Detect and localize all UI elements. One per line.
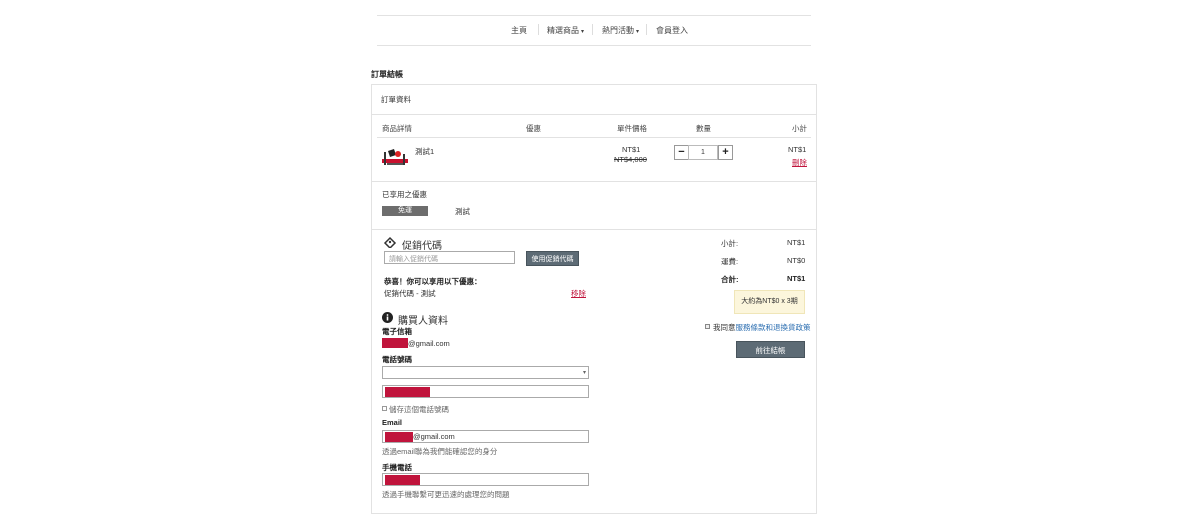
quantity-decrease-button[interactable]: − — [674, 145, 689, 160]
divider — [371, 181, 817, 182]
product-thumbnail[interactable] — [381, 146, 411, 168]
agree-terms-text: 我同意服務條款和退換貨政策 — [713, 322, 811, 333]
checkout-button[interactable]: 前往結帳 — [736, 341, 805, 358]
nav-item-label: 主頁 — [511, 26, 527, 35]
nav-top-border — [377, 15, 811, 16]
email2-label: Email — [382, 418, 403, 427]
col-header-unit-price: 單件價格 — [617, 124, 647, 133]
applied-offer-name: 測試 — [455, 207, 470, 216]
nav-item-login[interactable]: 會員登入 — [656, 25, 688, 36]
nav-bottom-border — [377, 45, 811, 46]
nav-item-products[interactable]: 精選商品 ▾ — [547, 25, 584, 36]
email-domain: @gmail.com — [408, 339, 450, 348]
nav-separator — [592, 24, 593, 35]
col-header-subtotal: 小計 — [792, 124, 807, 133]
email2-input[interactable]: @gmail.com — [382, 430, 589, 443]
redacted-phone-block — [385, 387, 430, 397]
row-subtotal: NT$1 — [788, 145, 807, 154]
email2-domain: @gmail.com — [413, 432, 455, 441]
order-section-title: 訂單資料 — [381, 95, 411, 104]
redacted-mobile-block — [385, 475, 420, 485]
agree-prefix: 我同意 — [713, 323, 736, 332]
summary-subtotal-value: NT$1 — [787, 238, 806, 247]
promo-code-input[interactable]: 請輸入促銷代碼 — [384, 251, 515, 264]
redacted-email-block — [382, 338, 408, 348]
page-title: 訂單結帳 — [371, 70, 403, 79]
installment-notice: 大約為NT$0 x 3期 — [734, 290, 805, 314]
redacted-email2-block — [385, 432, 413, 442]
email2-hint: 透過email聯為我們能確認您的身分 — [382, 447, 498, 456]
unit-price: NT$1 — [622, 145, 641, 154]
promo-placeholder: 請輸入促銷代碼 — [389, 256, 438, 263]
original-price: NT$4,000 — [614, 155, 647, 164]
chevron-down-icon: ▾ — [636, 29, 640, 35]
phone-label: 電話號碼 — [382, 355, 412, 364]
summary-shipping-label: 運費: — [721, 257, 739, 266]
mobile-input[interactable] — [382, 473, 589, 486]
save-phone-checkbox[interactable] — [382, 406, 387, 411]
nav-item-events[interactable]: 熱門活動 ▾ — [602, 25, 639, 36]
buyer-section-title: 購買人資料 — [398, 316, 448, 327]
phone-country-select[interactable]: ▾ — [382, 366, 589, 379]
promo-congrats-text: 恭喜！你可以享用以下優惠： — [384, 277, 482, 286]
delete-item-link[interactable]: 刪除 — [792, 157, 807, 168]
summary-total-label: 合計: — [721, 275, 739, 284]
info-icon — [382, 312, 393, 325]
chevron-down-icon: ▾ — [581, 29, 585, 35]
agree-terms-checkbox[interactable] — [705, 324, 710, 329]
mobile-label: 手機電話 — [382, 463, 412, 472]
divider — [377, 137, 811, 138]
nav-separator — [538, 24, 539, 35]
nav-item-label: 精選商品 — [547, 26, 579, 35]
summary-total-value: NT$1 — [787, 274, 806, 283]
product-name-link[interactable]: 測試1 — [415, 146, 434, 157]
divider — [371, 229, 817, 230]
promo-applied-item: 促銷代碼 - 測試 — [384, 289, 436, 298]
chevron-down-icon: ▾ — [583, 370, 587, 376]
applied-offers-title: 已享用之優惠 — [382, 190, 427, 199]
col-header-discount: 優惠 — [526, 124, 541, 133]
email-label: 電子信箱 — [382, 327, 412, 336]
col-header-quantity: 數量 — [696, 124, 711, 133]
divider — [371, 114, 817, 115]
nav-item-label: 熱門活動 — [602, 26, 634, 35]
save-phone-label: 儲存這個電話號碼 — [389, 405, 449, 414]
col-header-product: 商品詳情 — [382, 124, 412, 133]
summary-shipping-value: NT$0 — [787, 256, 806, 265]
free-shipping-badge: 免運 — [382, 206, 428, 216]
nav-item-label: 會員登入 — [656, 26, 688, 35]
apply-promo-button[interactable]: 使用促銷代碼 — [526, 251, 579, 266]
promo-title: 促銷代碼 — [402, 241, 442, 252]
quantity-input[interactable]: 1 — [688, 145, 718, 160]
nav-separator — [646, 24, 647, 35]
mobile-hint: 透過手機聯繫可更迅速的處理您的問題 — [382, 490, 510, 499]
ticket-icon — [383, 236, 397, 250]
quantity-increase-button[interactable]: + — [718, 145, 733, 160]
nav-item-home[interactable]: 主頁 — [511, 25, 527, 36]
terms-link[interactable]: 服務條款和退換貨政策 — [736, 323, 811, 332]
summary-subtotal-label: 小計: — [721, 239, 739, 248]
remove-promo-link[interactable]: 移除 — [571, 288, 586, 299]
phone-input[interactable] — [382, 385, 589, 398]
